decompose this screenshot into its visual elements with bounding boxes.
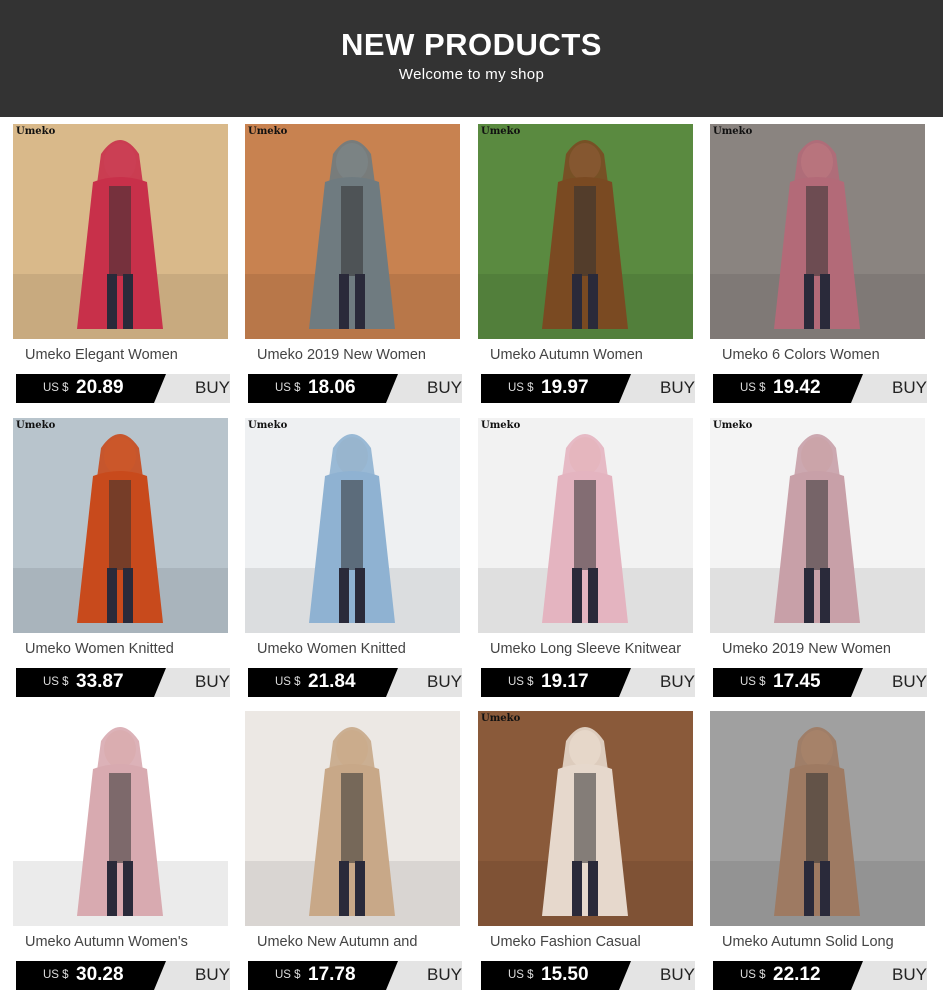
product-image[interactable] bbox=[710, 124, 925, 339]
brand-watermark: Umeko bbox=[713, 420, 753, 431]
price-currency: US $ bbox=[508, 676, 534, 688]
product-card[interactable]: Umeko Umeko Fashion Casual US $ 15.50 BUY bbox=[478, 711, 696, 1001]
price-amount: 19.42 bbox=[773, 377, 821, 398]
buy-button[interactable]: BUY bbox=[195, 672, 230, 692]
price-amount: 19.97 bbox=[541, 377, 589, 398]
product-card[interactable]: Umeko Umeko Women Knitted US $ 21.84 BUY bbox=[245, 418, 463, 708]
brand-watermark: Umeko bbox=[481, 126, 521, 137]
product-card[interactable]: Umeko Umeko Women Knitted US $ 33.87 BUY bbox=[13, 418, 231, 708]
price-currency: US $ bbox=[740, 676, 766, 688]
price-amount: 17.78 bbox=[308, 964, 356, 985]
buy-button[interactable]: BUY bbox=[660, 672, 695, 692]
price-currency: US $ bbox=[43, 676, 69, 688]
brand-watermark: Umeko bbox=[713, 126, 753, 137]
product-image[interactable] bbox=[478, 418, 693, 633]
product-image[interactable] bbox=[13, 124, 228, 339]
buy-button[interactable]: BUY bbox=[892, 965, 927, 985]
product-card[interactable]: Umeko Umeko Elegant Women US $ 20.89 BUY bbox=[13, 124, 231, 414]
buy-button[interactable]: BUY bbox=[660, 965, 695, 985]
product-card[interactable]: Umeko Umeko 6 Colors Women US $ 19.42 BUY bbox=[710, 124, 928, 414]
price-amount: 33.87 bbox=[76, 671, 124, 692]
product-title[interactable]: Umeko Elegant Women bbox=[25, 347, 225, 363]
price-amount: 30.28 bbox=[76, 964, 124, 985]
product-image[interactable] bbox=[710, 711, 925, 926]
product-card[interactable]: Umeko Autumn Solid Long US $ 22.12 BUY bbox=[710, 711, 928, 1001]
price-currency: US $ bbox=[508, 382, 534, 394]
buy-button[interactable]: BUY bbox=[427, 965, 462, 985]
buy-button[interactable]: BUY bbox=[427, 378, 462, 398]
product-title[interactable]: Umeko 2019 New Women bbox=[722, 641, 922, 657]
product-title[interactable]: Umeko Autumn Solid Long bbox=[722, 934, 922, 950]
product-title[interactable]: Umeko Women Knitted bbox=[25, 641, 225, 657]
page-title: NEW PRODUCTS bbox=[341, 27, 602, 62]
product-title[interactable]: Umeko Autumn Women's bbox=[25, 934, 225, 950]
product-card[interactable]: Umeko New Autumn and US $ 17.78 BUY bbox=[245, 711, 463, 1001]
product-image[interactable] bbox=[478, 124, 693, 339]
product-card[interactable]: Umeko Umeko Long Sleeve Knitwear US $ 19.17… bbox=[478, 418, 696, 708]
product-title[interactable]: Umeko Long Sleeve Knitwear bbox=[490, 641, 690, 657]
price-bar: US $ 19.97 BUY bbox=[481, 374, 695, 403]
price-currency: US $ bbox=[43, 382, 69, 394]
product-image[interactable] bbox=[245, 124, 460, 339]
price-bar: US $ 33.87 BUY bbox=[16, 668, 230, 697]
price-bar: US $ 17.45 BUY bbox=[713, 668, 927, 697]
price-currency: US $ bbox=[43, 969, 69, 981]
brand-watermark: Umeko bbox=[16, 420, 56, 431]
buy-button[interactable]: BUY bbox=[427, 672, 462, 692]
price-amount: 17.45 bbox=[773, 671, 821, 692]
price-amount: 18.06 bbox=[308, 377, 356, 398]
price-bar: US $ 30.28 BUY bbox=[16, 961, 230, 990]
price-amount: 21.84 bbox=[308, 671, 356, 692]
product-title[interactable]: Umeko 6 Colors Women bbox=[722, 347, 922, 363]
product-title[interactable]: Umeko Fashion Casual bbox=[490, 934, 690, 950]
product-image[interactable] bbox=[478, 711, 693, 926]
buy-button[interactable]: BUY bbox=[195, 378, 230, 398]
product-card[interactable]: Umeko Umeko Autumn Women US $ 19.97 BUY bbox=[478, 124, 696, 414]
buy-button[interactable]: BUY bbox=[892, 378, 927, 398]
brand-watermark: Umeko bbox=[16, 126, 56, 137]
price-bar: US $ 19.17 BUY bbox=[481, 668, 695, 697]
brand-watermark: Umeko bbox=[248, 126, 288, 137]
buy-button[interactable]: BUY bbox=[892, 672, 927, 692]
price-amount: 20.89 bbox=[76, 377, 124, 398]
product-title[interactable]: Umeko Autumn Women bbox=[490, 347, 690, 363]
price-currency: US $ bbox=[740, 969, 766, 981]
product-card[interactable]: Umeko Umeko 2019 New Women US $ 17.45 BUY bbox=[710, 418, 928, 708]
price-bar: US $ 20.89 BUY bbox=[16, 374, 230, 403]
price-bar: US $ 22.12 BUY bbox=[713, 961, 927, 990]
buy-button[interactable]: BUY bbox=[660, 378, 695, 398]
price-currency: US $ bbox=[275, 969, 301, 981]
price-bar: US $ 18.06 BUY bbox=[248, 374, 462, 403]
product-title[interactable]: Umeko Women Knitted bbox=[257, 641, 457, 657]
page-header: NEW PRODUCTS Welcome to my shop bbox=[0, 0, 943, 117]
price-currency: US $ bbox=[508, 969, 534, 981]
product-image[interactable] bbox=[13, 418, 228, 633]
price-bar: US $ 17.78 BUY bbox=[248, 961, 462, 990]
product-card[interactable]: Umeko Autumn Women's US $ 30.28 BUY bbox=[13, 711, 231, 1001]
product-image[interactable] bbox=[245, 418, 460, 633]
buy-button[interactable]: BUY bbox=[195, 965, 230, 985]
price-bar: US $ 21.84 BUY bbox=[248, 668, 462, 697]
product-image[interactable] bbox=[13, 711, 228, 926]
price-bar: US $ 19.42 BUY bbox=[713, 374, 927, 403]
product-image[interactable] bbox=[245, 711, 460, 926]
price-amount: 15.50 bbox=[541, 964, 589, 985]
brand-watermark: Umeko bbox=[481, 420, 521, 431]
product-grid: Umeko Umeko Elegant Women US $20.89 BUY Umek… bbox=[0, 117, 943, 997]
page-subtitle: Welcome to my shop bbox=[398, 66, 545, 83]
product-title[interactable]: Umeko 2019 New Women bbox=[257, 347, 457, 363]
price-currency: US $ bbox=[275, 382, 301, 394]
product-image[interactable] bbox=[710, 418, 925, 633]
price-amount: 19.17 bbox=[541, 671, 589, 692]
price-currency: US $ bbox=[275, 676, 301, 688]
price-amount: 22.12 bbox=[773, 964, 821, 985]
brand-watermark: Umeko bbox=[248, 420, 288, 431]
product-card[interactable]: Umeko Umeko 2019 New Women US $ 18.06 BUY bbox=[245, 124, 463, 414]
price-currency: US $ bbox=[740, 382, 766, 394]
brand-watermark: Umeko bbox=[481, 713, 521, 724]
price-bar: US $ 15.50 BUY bbox=[481, 961, 695, 990]
product-title[interactable]: Umeko New Autumn and bbox=[257, 934, 457, 950]
